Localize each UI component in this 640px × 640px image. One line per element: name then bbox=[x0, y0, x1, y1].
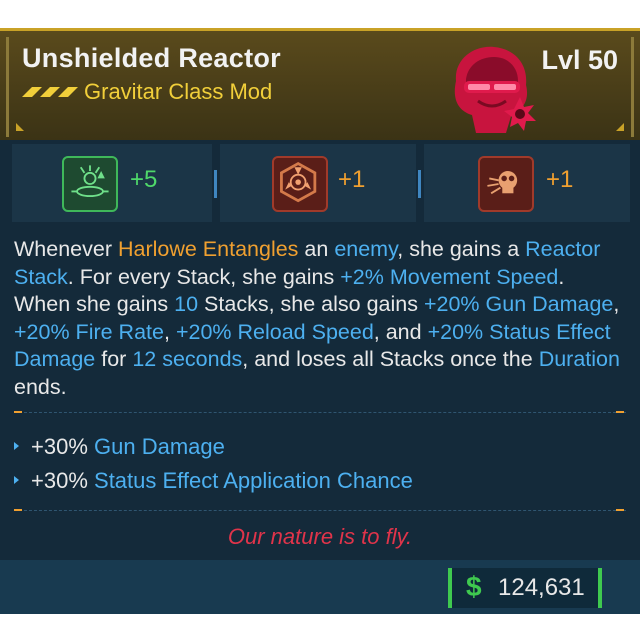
skill-value-3: +1 bbox=[546, 166, 574, 193]
bonus-line-2: +30% Status Effect Application Chance bbox=[14, 468, 413, 494]
divider-tick-left bbox=[14, 411, 22, 413]
desc-text: , she gains a bbox=[397, 237, 526, 261]
currency-icon: $ bbox=[466, 571, 482, 602]
price-box: $ 124,631 bbox=[448, 568, 602, 608]
desc-text: , bbox=[613, 292, 620, 317]
desc-text: ends. bbox=[14, 374, 67, 399]
desc-text: , and loses all Stacks once the bbox=[242, 347, 539, 372]
bonus-value: +30% bbox=[31, 434, 88, 459]
desc-text: an bbox=[298, 237, 335, 261]
desc-keyword: 12 seconds bbox=[132, 347, 243, 372]
desc-keyword: Movement Speed bbox=[389, 264, 559, 289]
desc-text: Stacks, she also gains bbox=[198, 292, 424, 317]
header-edge-right bbox=[631, 37, 634, 137]
desc-keyword: +20% Reload Speed bbox=[175, 319, 374, 344]
desc-text: , and bbox=[373, 319, 428, 344]
header-corner-right bbox=[616, 123, 624, 131]
desc-text: , bbox=[163, 319, 176, 344]
desc-text: . For every Stack, she gains bbox=[67, 264, 341, 289]
header-edge-left bbox=[6, 37, 9, 137]
desc-keyword: enemy bbox=[334, 237, 398, 261]
desc-keyword: Harlowe Entangles bbox=[117, 237, 299, 261]
desc-keyword: +20% Gun Damage bbox=[423, 292, 614, 317]
bonus-value: +30% bbox=[31, 468, 88, 493]
divider-tick-right bbox=[616, 509, 624, 511]
divider-tick-right bbox=[616, 411, 624, 413]
item-card: Unshielded Reactor Lvl 50 Gravitar Class… bbox=[0, 28, 640, 614]
price-value: 124,631 bbox=[498, 574, 585, 601]
item-type-text: Gravitar Class Mod bbox=[84, 79, 273, 104]
divider-tick-left bbox=[14, 509, 22, 511]
description-text: Whenever Harlowe Entangles an enemy, she… bbox=[14, 236, 626, 402]
skill-bonus-row: +5 +1 +1 bbox=[0, 144, 640, 222]
desc-keyword: +2% bbox=[340, 264, 384, 289]
skill-value-2: +1 bbox=[338, 166, 366, 193]
harlowe-portrait-icon bbox=[454, 46, 536, 133]
skill-slot-2: +1 bbox=[220, 144, 416, 222]
bullet-arrow-icon bbox=[14, 442, 19, 451]
desc-text: Whenever bbox=[14, 237, 118, 261]
divider-1 bbox=[14, 412, 626, 413]
divider-2 bbox=[14, 510, 626, 511]
bullet-arrow-icon bbox=[14, 476, 19, 485]
item-header: Unshielded Reactor Lvl 50 Gravitar Class… bbox=[0, 28, 640, 140]
skull-burst-icon bbox=[478, 156, 534, 212]
level-text: Lvl 50 bbox=[541, 45, 618, 75]
desc-keyword: +20% Fire Rate bbox=[14, 319, 164, 344]
header-corner-left bbox=[16, 123, 24, 131]
skill-slot-3: +1 bbox=[424, 144, 630, 222]
skill-slot-1: +5 bbox=[12, 144, 212, 222]
skill-separator-1 bbox=[214, 170, 217, 198]
price-footer: $ 124,631 bbox=[0, 560, 640, 614]
flavor-text: Our nature is to fly. bbox=[227, 524, 413, 549]
skill-value-1: +5 bbox=[130, 166, 158, 193]
rarity-chevrons-icon bbox=[22, 87, 78, 97]
desc-keyword: 10 bbox=[174, 292, 199, 317]
desc-keyword: Duration bbox=[538, 347, 620, 372]
bonus-stat: Status Effect Application Chance bbox=[94, 468, 413, 493]
bonus-line-1: +30% Gun Damage bbox=[14, 434, 225, 460]
skill-tree-green-icon bbox=[62, 156, 118, 212]
bonus-stat: Gun Damage bbox=[94, 434, 225, 459]
title-text: Unshielded Reactor bbox=[22, 43, 281, 73]
desc-text: for bbox=[95, 347, 133, 372]
skill-separator-2 bbox=[418, 170, 421, 198]
radiation-emblem-icon bbox=[272, 156, 328, 212]
